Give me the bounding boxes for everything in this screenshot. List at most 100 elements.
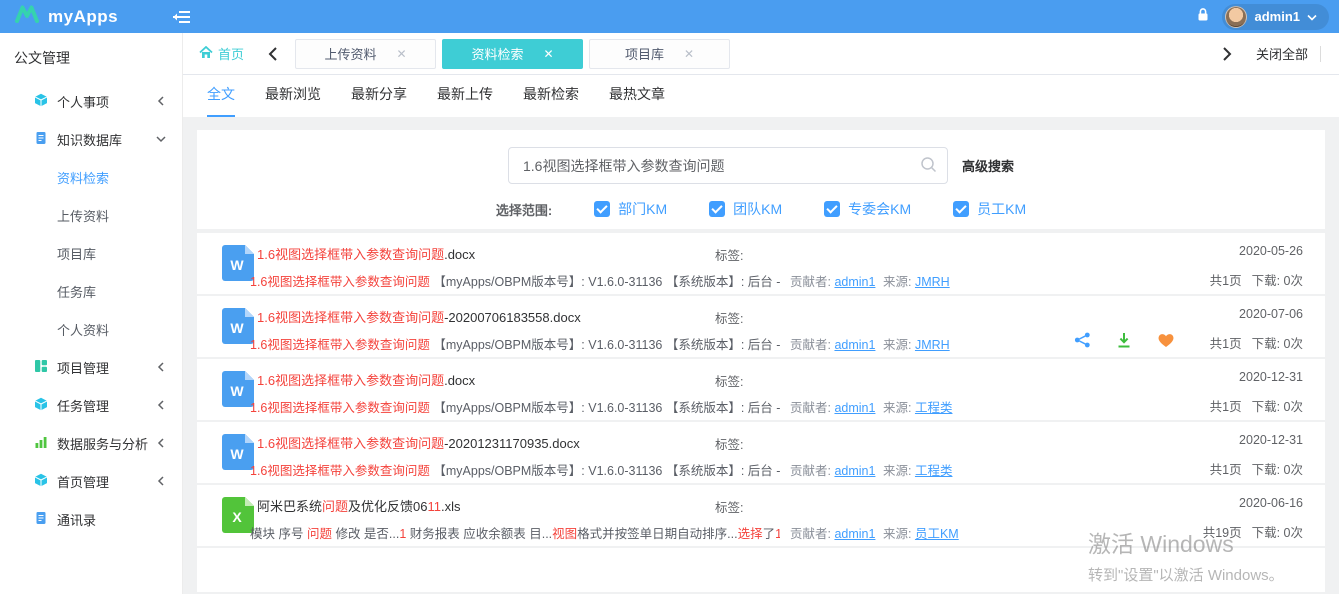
sidebar-item-知识数据库[interactable]: 知识数据库 — [0, 120, 182, 158]
result-row: W1.6视图选择框带入参数查询问题-20201231170935.docx1.6… — [197, 422, 1325, 483]
share-icon[interactable] — [1074, 332, 1091, 348]
svg-text:W: W — [230, 383, 244, 399]
lock-icon[interactable] — [1196, 7, 1210, 27]
contributor-link[interactable]: admin1 — [834, 338, 875, 352]
scope-checkbox-团队KM[interactable]: 团队KM — [709, 199, 782, 219]
content-tab-最新上传[interactable]: 最新上传 — [437, 84, 493, 117]
chevron-down-icon — [1307, 8, 1317, 26]
content-tab-全文[interactable]: 全文 — [207, 84, 235, 117]
scope-checkbox-专委会KM[interactable]: 专委会KM — [824, 199, 911, 219]
close-tab-icon[interactable]: ✕ — [684, 48, 694, 60]
sidebar-subitem-上传资料[interactable]: 上传资料 — [0, 196, 182, 234]
scope-checkbox-部门KM[interactable]: 部门KM — [594, 199, 667, 219]
result-tags-label: 标签: — [715, 434, 743, 453]
page-tab-资料检索[interactable]: 资料检索 ✕ — [442, 39, 583, 69]
content-tab-最热文章[interactable]: 最热文章 — [609, 84, 665, 117]
page-tab-label: 上传资料 — [324, 44, 376, 63]
app-logo[interactable]: myApps — [0, 5, 168, 28]
sidebar-item-项目管理[interactable]: 项目管理 — [0, 348, 182, 386]
result-contributor: 贡献者: admin1 — [790, 460, 875, 479]
app-window: myApps admin1 公文管理 个人事项知识数据库资料检索上传资料项目库任… — [0, 0, 1339, 594]
result-row-partial — [197, 548, 1325, 592]
contributor-link[interactable]: admin1 — [834, 401, 875, 415]
chevron-down-icon — [156, 132, 166, 147]
scope-checkbox-员工KM[interactable]: 员工KM — [953, 199, 1026, 219]
result-title[interactable]: 1.6视图选择框带入参数查询问题.docx — [257, 370, 475, 389]
page-tab-上传资料[interactable]: 上传资料 ✕ — [295, 39, 436, 69]
sidebar-item-通讯录[interactable]: 通讯录 — [0, 500, 182, 538]
contributor-link[interactable]: admin1 — [834, 275, 875, 289]
search-scope-row: 选择范围: 部门KM团队KM专委会KM员工KM — [197, 199, 1325, 219]
content-tab-最新检索[interactable]: 最新检索 — [523, 84, 579, 117]
result-title[interactable]: 1.6视图选择框带入参数查询问题.docx — [257, 244, 475, 263]
page-tab-label: 资料检索 — [471, 44, 523, 63]
page-tab-label: 项目库 — [625, 44, 664, 63]
home-tab-label: 首页 — [218, 44, 244, 63]
sidebar-item-任务管理[interactable]: 任务管理 — [0, 386, 182, 424]
user-name: admin1 — [1254, 9, 1300, 24]
checkbox-checked-icon — [594, 201, 610, 217]
page-tab-strip: 首页 上传资料 ✕ 资料检索 ✕ 项目库 ✕ 关闭全部 — [183, 33, 1339, 75]
result-title[interactable]: 阿米巴系统问题及优化反馈0611.xls — [257, 496, 461, 515]
home-tab[interactable]: 首页 — [187, 44, 256, 63]
source-link[interactable]: JMRH — [915, 275, 950, 289]
search-input[interactable] — [508, 147, 948, 184]
user-avatar — [1225, 6, 1247, 28]
contributor-link[interactable]: admin1 — [834, 464, 875, 478]
tab-scroll-right-icon[interactable] — [1211, 47, 1244, 61]
close-tab-icon[interactable]: ✕ — [396, 48, 406, 60]
result-date: 2020-12-31 — [1210, 433, 1303, 447]
source-link[interactable]: 工程类 — [915, 464, 953, 478]
result-title[interactable]: 1.6视图选择框带入参数查询问题-20201231170935.docx — [257, 433, 580, 452]
cube-icon — [34, 473, 48, 490]
sidebar-item-个人事项[interactable]: 个人事项 — [0, 82, 182, 120]
scope-option-label: 员工KM — [977, 199, 1026, 219]
sidebar-subitem-资料检索[interactable]: 资料检索 — [0, 158, 182, 196]
sidebar-subitem-项目库[interactable]: 项目库 — [0, 234, 182, 272]
result-snippet: 1.6视图选择框带入参数查询问题 【myApps/OBPM版本号】: V1.6.… — [250, 334, 780, 353]
favorite-icon[interactable] — [1157, 332, 1175, 348]
advanced-search-link[interactable]: 高级搜索 — [962, 156, 1014, 175]
menu-collapse-icon[interactable] — [172, 10, 191, 24]
result-tags-label: 标签: — [715, 245, 743, 264]
result-stats: 共19页下载: 0次 — [1203, 522, 1303, 541]
download-icon[interactable] — [1117, 332, 1131, 348]
result-snippet: 1.6视图选择框带入参数查询问题 【myApps/OBPM版本号】: V1.6.… — [250, 460, 780, 479]
sidebar-item-数据服务与分析[interactable]: 数据服务与分析 — [0, 424, 182, 462]
result-stats: 共1页下载: 0次 — [1210, 270, 1303, 289]
result-meta-right: 2020-12-31 共1页下载: 0次 — [1210, 433, 1303, 478]
page-tab-项目库[interactable]: 项目库 ✕ — [589, 39, 730, 69]
svg-text:X: X — [232, 509, 242, 525]
result-row: W 1.6视图选择框带入参数查询问题-20200706183558.docx 1.6… — [197, 296, 1325, 357]
checkbox-checked-icon — [709, 201, 725, 217]
main-area: 首页 上传资料 ✕ 资料检索 ✕ 项目库 ✕ 关闭全部 全文最新浏览最新分享最新上传最新检… — [183, 33, 1339, 594]
contributor-link[interactable]: admin1 — [834, 527, 875, 541]
sidebar-subitem-任务库[interactable]: 任务库 — [0, 272, 182, 310]
content-body: 高级搜索 选择范围: 部门KM团队KM专委会KM员工KM W1.6视图选择框带入… — [183, 117, 1339, 594]
result-date: 2020-05-26 — [1210, 244, 1303, 258]
sidebar-item-label: 知识数据库 — [57, 130, 156, 149]
sidebar-subitem-个人资料[interactable]: 个人资料 — [0, 310, 182, 348]
sidebar-item-首页管理[interactable]: 首页管理 — [0, 462, 182, 500]
home-icon — [199, 46, 213, 62]
content-tab-最新分享[interactable]: 最新分享 — [351, 84, 407, 117]
source-link[interactable]: JMRH — [915, 338, 950, 352]
result-tags-label: 标签: — [715, 371, 743, 390]
content-tab-最新浏览[interactable]: 最新浏览 — [265, 84, 321, 117]
tab-scroll-left-icon[interactable] — [256, 47, 289, 61]
m-logo-icon — [14, 5, 40, 28]
close-tab-icon[interactable]: ✕ — [543, 48, 553, 60]
svg-text:W: W — [230, 257, 244, 273]
chevron-left-icon — [156, 474, 166, 489]
result-title[interactable]: 1.6视图选择框带入参数查询问题-20200706183558.docx — [257, 307, 581, 326]
search-icon[interactable] — [920, 156, 937, 178]
user-menu[interactable]: admin1 — [1222, 4, 1329, 30]
close-all-button[interactable]: 关闭全部 — [1244, 44, 1320, 63]
chevron-left-icon — [156, 360, 166, 375]
source-link[interactable]: 员工KM — [915, 527, 959, 541]
svg-text:W: W — [230, 320, 244, 336]
logo-text: myApps — [48, 7, 118, 27]
source-link[interactable]: 工程类 — [915, 401, 953, 415]
result-stats: 共1页下载: 0次 — [1210, 459, 1303, 478]
result-meta-right: 2020-05-26 共1页下载: 0次 — [1210, 244, 1303, 289]
